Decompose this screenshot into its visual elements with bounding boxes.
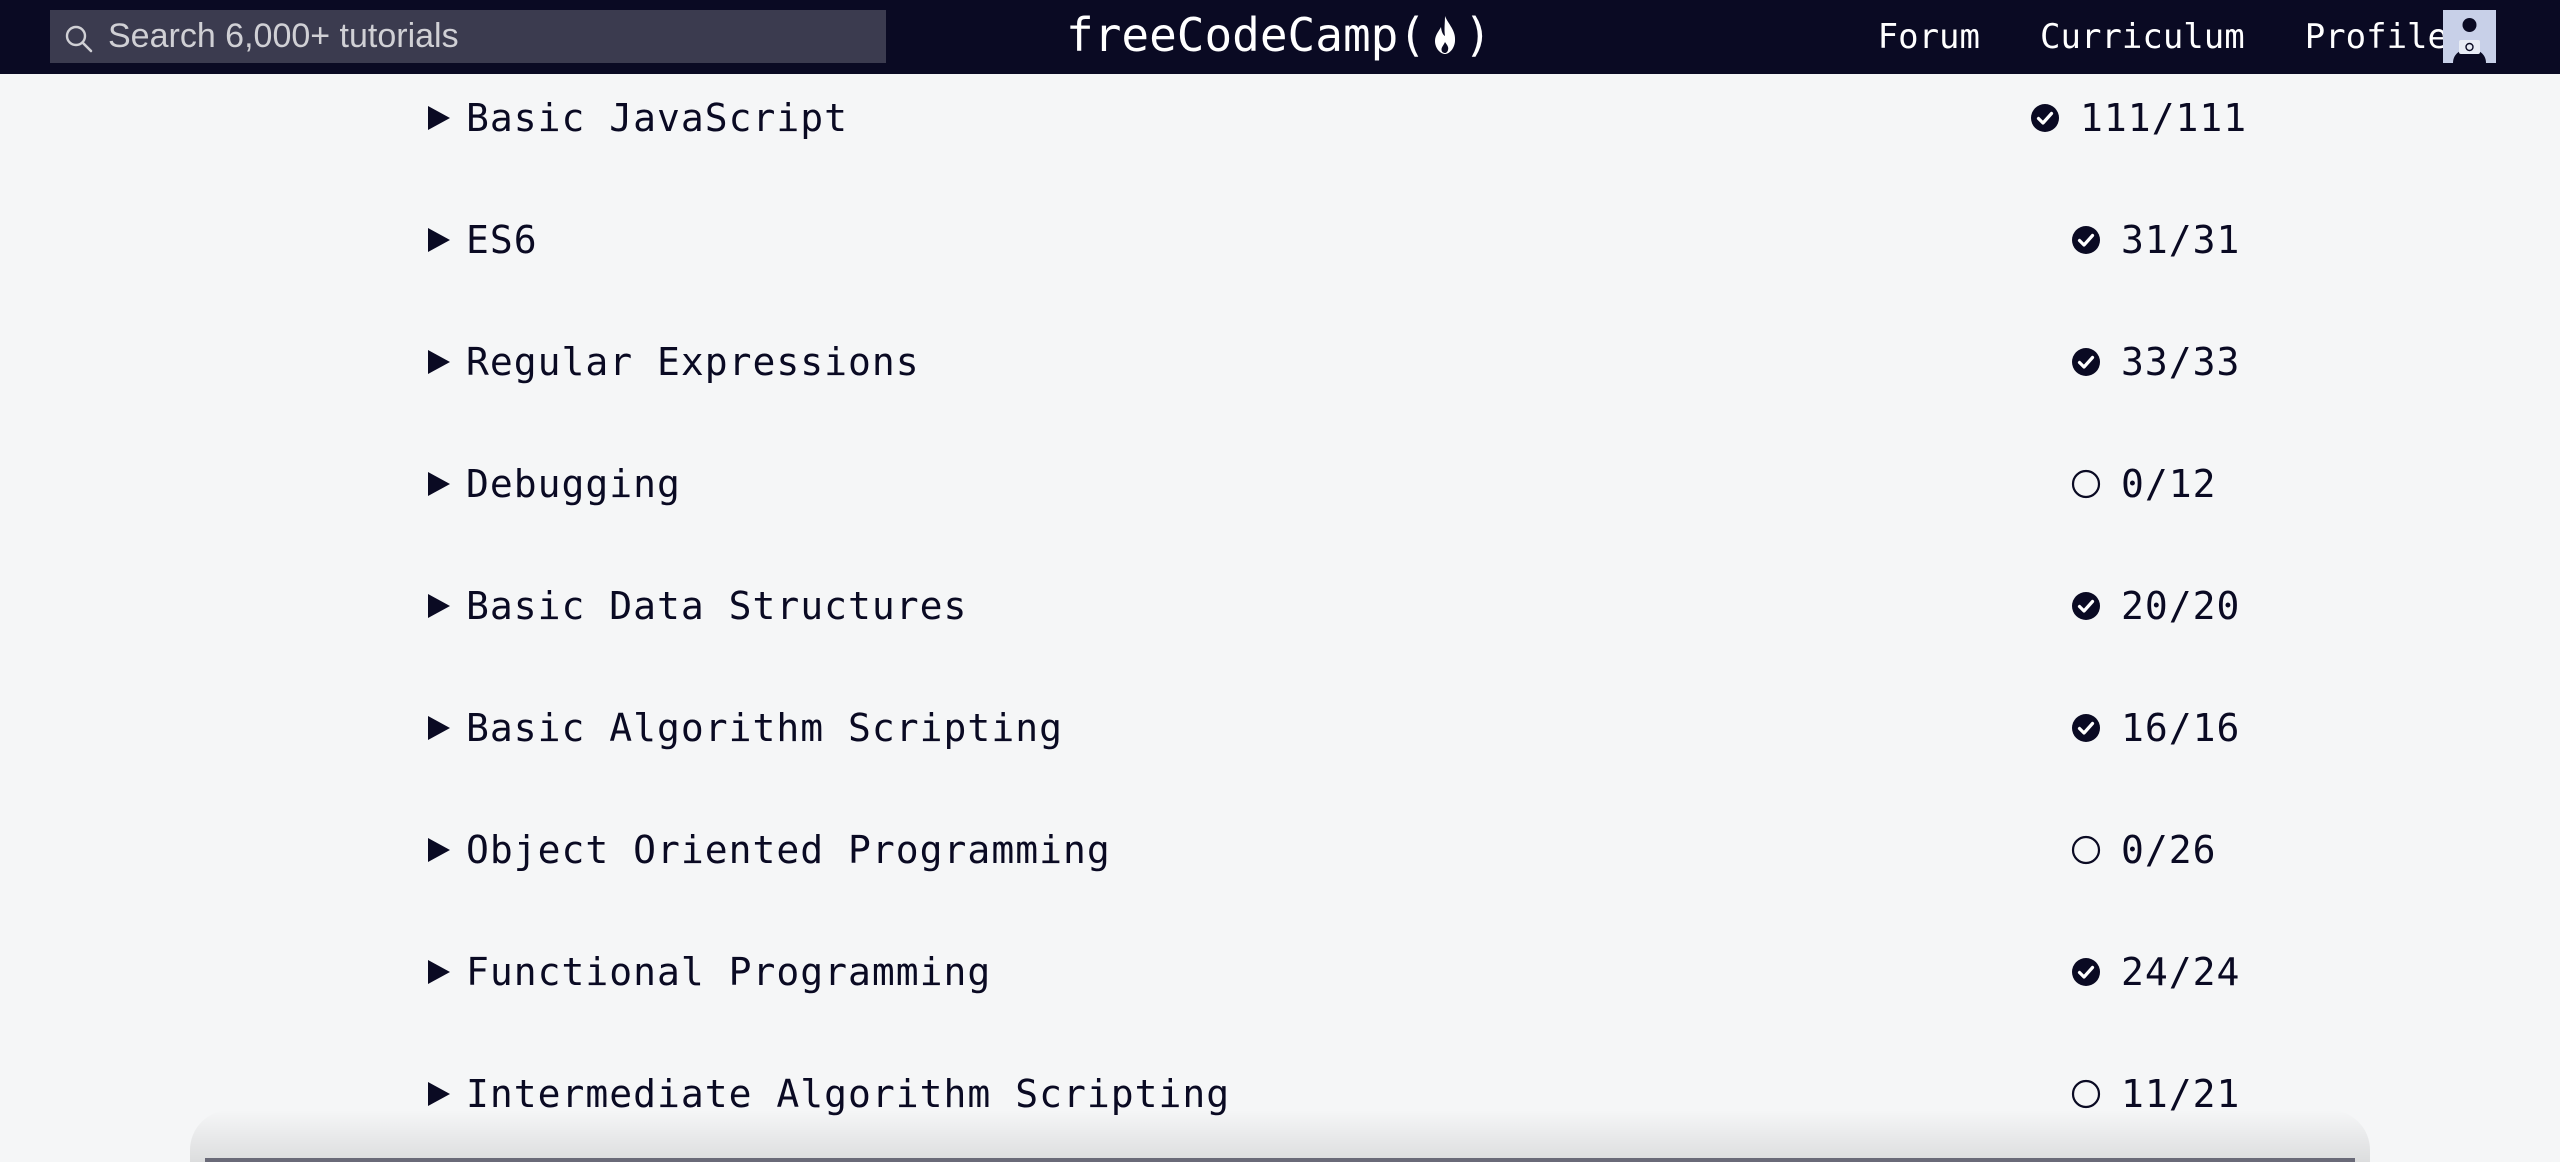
nav-links: Forum Curriculum Profile [1878, 0, 2448, 74]
brand-suffix: ) [1464, 8, 1492, 62]
avatar-icon [2443, 10, 2496, 63]
section-count: 16/16 [2121, 706, 2241, 750]
section-item[interactable]: Basic Algorithm Scripting 16/16 [426, 698, 2239, 758]
caret-right-icon [428, 716, 450, 740]
section-item[interactable]: Debugging 0/12 [426, 454, 2216, 514]
section-item[interactable]: Basic Data Structures 20/20 [426, 576, 2239, 636]
section-progress: 16/16 [2071, 698, 2240, 758]
section-progress: 0/26 [2071, 820, 2217, 880]
section-progress: 33/33 [2071, 332, 2240, 392]
section-count: 20/20 [2121, 584, 2241, 628]
section-title: Basic JavaScript [466, 96, 849, 140]
section-progress: 31/31 [2071, 210, 2240, 270]
section-progress: 24/24 [2071, 942, 2240, 1002]
section-count: 31/31 [2121, 218, 2241, 262]
check-circle-icon [2072, 958, 2100, 986]
flame-icon [1435, 16, 1456, 54]
nav-link-profile[interactable]: Profile [2305, 17, 2448, 57]
empty-circle-icon [2071, 835, 2101, 865]
top-navbar: freeCodeCamp( ) Forum Curriculum Profile [0, 0, 2560, 74]
superblock-section-list: Basic JavaScript 111/111 ES6 31/31 Regular E… [0, 74, 2560, 1162]
section-count: 0/26 [2121, 828, 2217, 872]
avatar[interactable] [2443, 10, 2496, 63]
section-count: 33/33 [2121, 340, 2241, 384]
section-progress: 111/111 [2030, 88, 2247, 148]
check-circle-icon [2031, 104, 2059, 132]
check-circle-icon [2072, 226, 2100, 254]
section-count: 111/111 [2080, 96, 2248, 140]
empty-circle-icon [2071, 469, 2101, 499]
search-input[interactable] [108, 10, 868, 63]
section-item[interactable]: Functional Programming 24/24 [426, 942, 2239, 1002]
search-icon [65, 25, 93, 53]
caret-right-icon [428, 1082, 450, 1106]
section-title: Regular Expressions [466, 340, 920, 384]
check-circle-icon [2072, 714, 2100, 742]
caret-right-icon [428, 228, 450, 252]
nav-link-forum[interactable]: Forum [1878, 17, 1980, 57]
section-title: Functional Programming [466, 950, 992, 994]
section-item[interactable]: ES6 31/31 [426, 210, 2239, 270]
brand-logo[interactable]: freeCodeCamp( ) [1066, 4, 1492, 66]
section-title: ES6 [466, 218, 538, 262]
section-count: 24/24 [2121, 950, 2241, 994]
section-count: 0/12 [2121, 462, 2217, 506]
section-title: Object Oriented Programming [466, 828, 1111, 872]
section-title: Basic Algorithm Scripting [466, 706, 1063, 750]
section-title: Basic Data Structures [466, 584, 968, 628]
caret-right-icon [428, 106, 450, 130]
bottom-shadow [190, 1110, 2370, 1162]
caret-right-icon [428, 960, 450, 984]
caret-right-icon [428, 594, 450, 618]
caret-right-icon [428, 838, 450, 862]
nav-link-curriculum[interactable]: Curriculum [2040, 17, 2245, 57]
section-progress: 0/12 [2071, 454, 2217, 514]
brand-name: freeCodeCamp( [1066, 8, 1427, 62]
section-progress: 20/20 [2071, 576, 2240, 636]
bottom-divider [205, 1158, 2355, 1162]
section-item[interactable]: Object Oriented Programming 0/26 [426, 820, 2216, 880]
section-title: Debugging [466, 462, 681, 506]
empty-circle-icon [2071, 1079, 2101, 1109]
section-item[interactable]: Regular Expressions 33/33 [426, 332, 2239, 392]
check-circle-icon [2072, 592, 2100, 620]
section-item[interactable]: Basic JavaScript 111/111 [426, 88, 2246, 148]
caret-right-icon [428, 350, 450, 374]
search-bar[interactable] [50, 10, 886, 63]
check-circle-icon [2072, 348, 2100, 376]
caret-right-icon [428, 472, 450, 496]
